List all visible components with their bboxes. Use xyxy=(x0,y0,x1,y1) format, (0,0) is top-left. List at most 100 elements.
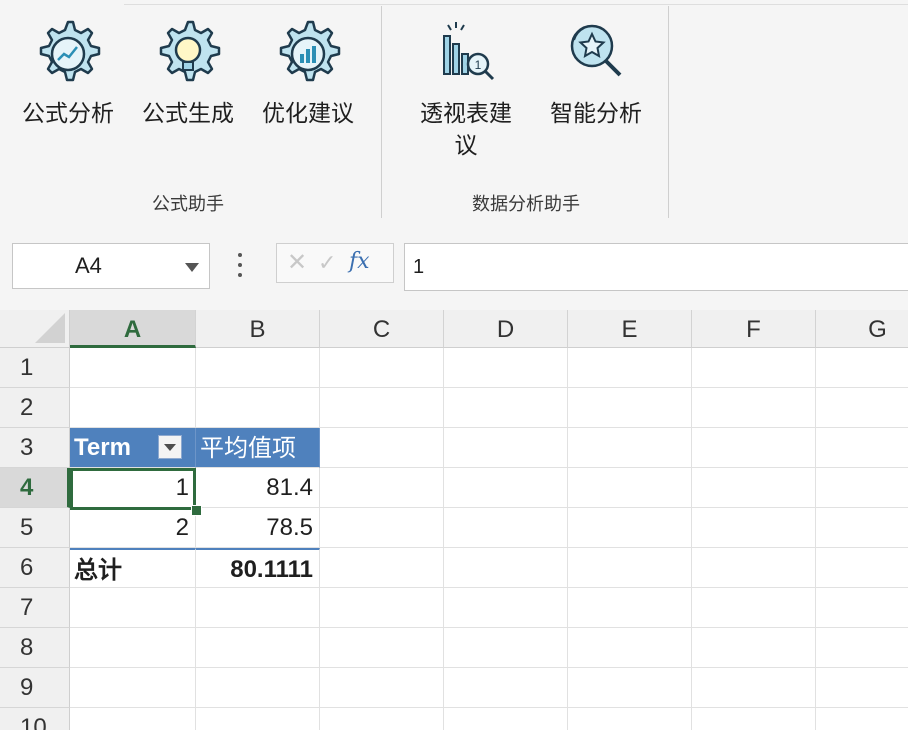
grid-cell[interactable] xyxy=(692,348,816,388)
filter-dropdown-icon[interactable] xyxy=(158,435,182,459)
row-header-4[interactable]: 4 xyxy=(0,468,70,508)
select-all-corner[interactable] xyxy=(0,310,70,348)
grid-cell[interactable] xyxy=(444,388,568,428)
more-options-icon[interactable] xyxy=(238,253,244,283)
row-header-9[interactable]: 9 xyxy=(0,668,70,708)
grid-cell[interactable] xyxy=(70,628,196,668)
grid-cell[interactable] xyxy=(568,708,692,730)
grid-cell[interactable] xyxy=(320,628,444,668)
grid-cell[interactable] xyxy=(816,628,908,668)
grid-cell[interactable] xyxy=(444,548,568,588)
grid-cell[interactable] xyxy=(692,468,816,508)
row-header-2[interactable]: 2 xyxy=(0,388,70,428)
grid-cell[interactable] xyxy=(816,508,908,548)
grid-cell[interactable] xyxy=(444,468,568,508)
grid-cell[interactable] xyxy=(320,588,444,628)
grid-cell[interactable] xyxy=(320,468,444,508)
pivot-header-term[interactable]: Term xyxy=(70,428,196,468)
grid-cell[interactable] xyxy=(70,348,196,388)
grid-cell[interactable] xyxy=(568,348,692,388)
column-header-e[interactable]: E xyxy=(568,310,692,348)
pivot-total-value[interactable]: 80.1111 xyxy=(196,548,320,588)
grid-cell[interactable] xyxy=(816,588,908,628)
grid-cell[interactable] xyxy=(444,668,568,708)
grid-cell[interactable] xyxy=(692,708,816,730)
column-header-f[interactable]: F xyxy=(692,310,816,348)
grid-cell[interactable] xyxy=(568,628,692,668)
grid-cell[interactable] xyxy=(196,708,320,730)
chevron-down-icon[interactable] xyxy=(185,263,199,272)
grid-cell[interactable] xyxy=(444,628,568,668)
grid-cell[interactable] xyxy=(444,708,568,730)
grid-cell[interactable] xyxy=(568,548,692,588)
cell-a5[interactable]: 2 xyxy=(70,508,196,548)
grid-cell[interactable] xyxy=(816,548,908,588)
row-header-3[interactable]: 3 xyxy=(0,428,70,468)
grid-cell[interactable] xyxy=(692,428,816,468)
grid-cell[interactable] xyxy=(692,548,816,588)
grid-cell[interactable] xyxy=(568,508,692,548)
column-header-a[interactable]: A xyxy=(70,310,196,348)
row-header-8[interactable]: 8 xyxy=(0,628,70,668)
cell-b5[interactable]: 78.5 xyxy=(196,508,320,548)
grid-cell[interactable] xyxy=(196,588,320,628)
confirm-icon[interactable]: ✓ xyxy=(318,250,336,276)
row-header-1[interactable]: 1 xyxy=(0,348,70,388)
grid-cell[interactable] xyxy=(196,628,320,668)
cancel-icon[interactable]: ✕ xyxy=(287,250,307,276)
column-header-b[interactable]: B xyxy=(196,310,320,348)
grid-cell[interactable] xyxy=(692,388,816,428)
pivot-suggestion-button[interactable]: 1 透视表建议 xyxy=(406,16,526,162)
grid-cell[interactable] xyxy=(692,508,816,548)
grid-cell[interactable] xyxy=(692,588,816,628)
grid-cell[interactable] xyxy=(320,548,444,588)
insert-function-icon[interactable]: fx xyxy=(349,248,370,276)
formula-analysis-button[interactable]: 公式分析 xyxy=(8,16,128,130)
grid-cell[interactable] xyxy=(320,348,444,388)
grid-cell[interactable] xyxy=(816,428,908,468)
grid-cell[interactable] xyxy=(320,428,444,468)
optimize-suggestion-button[interactable]: 优化建议 xyxy=(248,16,368,130)
row-header-5[interactable]: 5 xyxy=(0,508,70,548)
fill-handle[interactable] xyxy=(191,505,202,516)
name-box[interactable]: A4 xyxy=(12,243,210,289)
grid-cell[interactable] xyxy=(568,388,692,428)
grid-cell[interactable] xyxy=(320,508,444,548)
cell-b4[interactable]: 81.4 xyxy=(196,468,320,508)
grid-cell[interactable] xyxy=(816,388,908,428)
grid-cell[interactable] xyxy=(568,668,692,708)
pivot-total-label[interactable]: 总计 xyxy=(70,548,196,588)
grid-cell[interactable] xyxy=(444,348,568,388)
grid-cell[interactable] xyxy=(444,428,568,468)
column-header-d[interactable]: D xyxy=(444,310,568,348)
column-header-g[interactable]: G xyxy=(816,310,908,348)
grid-cell[interactable] xyxy=(692,668,816,708)
grid-cell[interactable] xyxy=(692,628,816,668)
pivot-header-value[interactable]: 平均值项 xyxy=(196,428,320,468)
grid-cell[interactable] xyxy=(70,388,196,428)
grid-cell[interactable] xyxy=(70,668,196,708)
grid-cell[interactable] xyxy=(196,668,320,708)
row-header-7[interactable]: 7 xyxy=(0,588,70,628)
formula-input[interactable]: 1 xyxy=(404,243,908,291)
grid-cell[interactable] xyxy=(70,708,196,730)
grid-cell[interactable] xyxy=(320,708,444,730)
smart-analysis-button[interactable]: 智能分析 xyxy=(536,16,656,130)
grid-cell[interactable] xyxy=(444,588,568,628)
grid-cell[interactable] xyxy=(70,588,196,628)
grid-cell[interactable] xyxy=(196,348,320,388)
grid-cell[interactable] xyxy=(816,468,908,508)
row-header-10[interactable]: 10 xyxy=(0,708,70,730)
grid-cell[interactable] xyxy=(444,508,568,548)
column-header-c[interactable]: C xyxy=(320,310,444,348)
grid-cell[interactable] xyxy=(196,388,320,428)
row-header-6[interactable]: 6 xyxy=(0,548,70,588)
formula-generate-button[interactable]: 公式生成 xyxy=(128,16,248,130)
grid-cell[interactable] xyxy=(816,348,908,388)
grid-cell[interactable] xyxy=(816,708,908,730)
grid-cell[interactable] xyxy=(320,668,444,708)
grid-cell[interactable] xyxy=(320,388,444,428)
grid-cell[interactable] xyxy=(568,468,692,508)
grid-cell[interactable] xyxy=(816,668,908,708)
grid-cell[interactable] xyxy=(568,428,692,468)
